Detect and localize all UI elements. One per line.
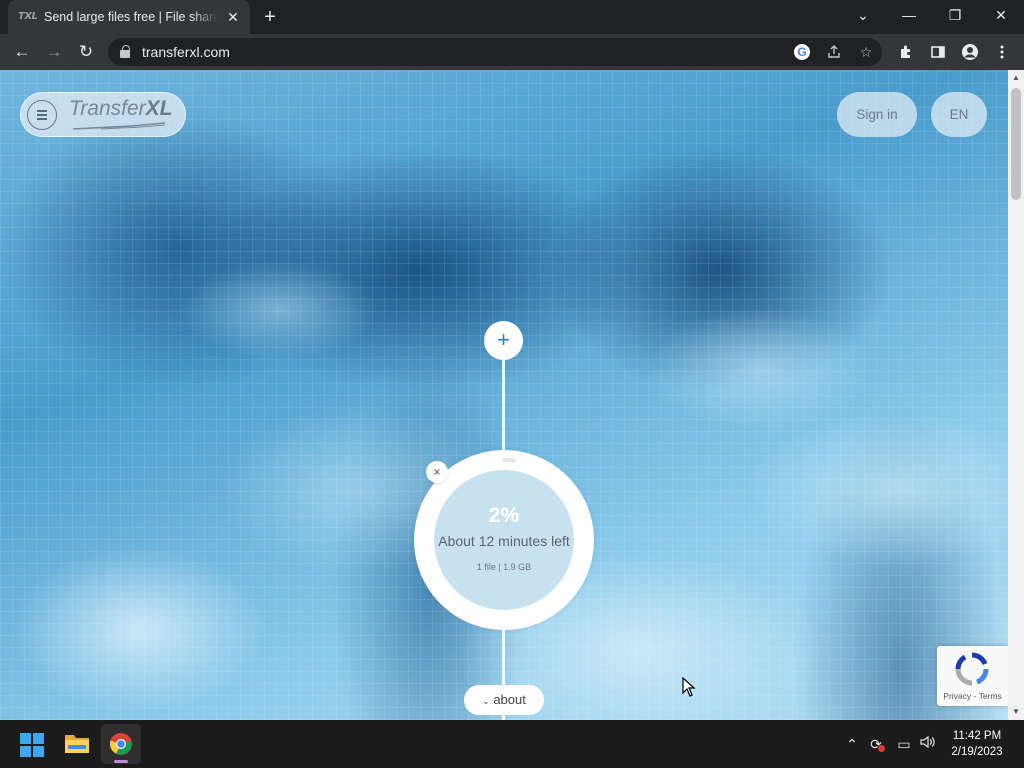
side-panel-icon[interactable] [928,42,948,62]
progress-percent: 2% [488,504,520,527]
file-details: 1 file | 1.9 GB [476,562,532,572]
progress-inner: 2% About 12 minutes left 1 file | 1.9 GB [434,470,574,610]
tab-title: Send large files free | File sharing [44,10,218,24]
close-window-button[interactable]: ✕ [978,0,1024,34]
tab-strip: TXL Send large files free | File sharing… [0,0,1024,34]
tab-close-icon[interactable]: ✕ [224,8,242,26]
scroll-up-icon[interactable]: ▲ [1008,70,1024,86]
logo-menu-pill[interactable]: TransferXL [20,92,186,137]
windows-taskbar: ⌃ ⟳ ▭ 11:42 PM 2/19/2023 [0,720,1024,768]
chevron-down-icon: ⌄ [482,696,490,706]
add-files-button[interactable]: + [484,321,523,360]
lock-icon[interactable] [120,45,130,58]
new-tab-button[interactable]: + [258,6,282,28]
reload-button[interactable]: ↻ [72,38,100,66]
about-label: about [493,692,526,707]
recaptcha-links[interactable]: Privacy - Terms [937,691,1008,701]
restore-button[interactable]: ❐ [932,0,978,34]
clock-date: 2/19/2023 [951,746,1003,758]
display-icon[interactable]: ▭ [894,735,914,753]
sign-in-button[interactable]: Sign in [837,92,917,137]
browser-toolbar: ← → ↻ transferxl.com G ☆ [0,34,1024,70]
tab-search-button[interactable]: ⌄ [840,0,886,34]
about-button[interactable]: ⌄ about [464,685,544,715]
profile-icon[interactable] [960,42,980,62]
volume-icon[interactable] [918,735,938,753]
language-button[interactable]: EN [931,92,987,137]
mouse-cursor-icon [682,677,696,697]
tray-chevron-icon[interactable]: ⌃ [842,735,862,753]
logo-swoosh-icon [72,122,166,130]
chrome-taskbar-button[interactable] [101,724,141,764]
browser-menu-icon[interactable] [992,42,1012,62]
tab-favicon: TXL [18,11,38,22]
forward-button[interactable]: → [40,38,68,66]
sync-icon[interactable]: ⟳ [866,735,886,753]
taskbar-clock[interactable]: 11:42 PM 2/19/2023 [940,728,1014,760]
hamburger-menu-icon[interactable] [27,100,57,130]
recaptcha-badge[interactable]: Privacy - Terms [937,646,1008,706]
page-viewport: TransferXL Sign in EN + 2% About 12 minu… [0,70,1008,720]
file-explorer-icon[interactable] [64,732,90,754]
close-icon[interactable]: × [433,465,440,479]
scroll-down-icon[interactable]: ▼ [1008,704,1024,720]
cancel-transfer-button[interactable]: × [426,461,448,483]
transferxl-logo[interactable]: TransferXL [69,97,172,121]
recaptcha-icon [955,652,989,686]
clock-time: 11:42 PM [952,730,1002,742]
chrome-icon [110,732,132,755]
page-scrollbar[interactable]: ▲ ▼ [1008,70,1024,720]
url-text[interactable]: transferxl.com [142,44,230,60]
extensions-icon[interactable] [896,42,916,62]
browser-tab[interactable]: TXL Send large files free | File sharing… [8,0,250,34]
address-bar[interactable]: transferxl.com G ☆ [108,38,882,66]
minimize-button[interactable]: — [886,0,932,34]
windows-start-icon[interactable] [20,733,44,757]
back-button[interactable]: ← [8,38,36,66]
bookmark-star-icon[interactable]: ☆ [856,42,876,62]
active-indicator [114,760,128,763]
time-remaining: About 12 minutes left [438,533,570,549]
share-icon[interactable] [824,42,844,62]
google-icon[interactable]: G [792,42,812,62]
scrollbar-thumb[interactable] [1011,88,1021,200]
